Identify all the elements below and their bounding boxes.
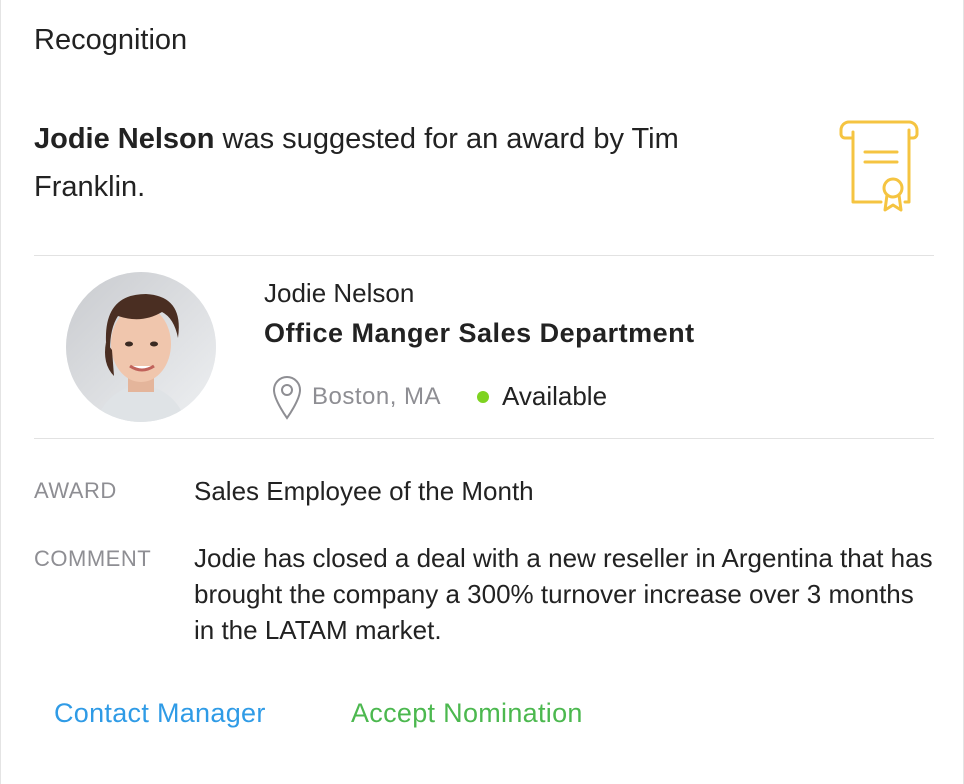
avatar-photo: [66, 272, 216, 422]
award-value: Sales Employee of the Month: [194, 476, 534, 506]
status-text: Available: [502, 381, 608, 411]
comment-label: COMMENT: [34, 546, 152, 571]
divider-top: [34, 255, 934, 256]
award-label: AWARD: [34, 478, 117, 503]
suggestion-text: Jodie Nelson was suggested for an award …: [34, 115, 794, 211]
location-text: Boston, MA: [312, 383, 442, 410]
contact-manager-button[interactable]: Contact Manager: [54, 698, 266, 729]
comment-value: Jodie has closed a deal with a new resel…: [194, 543, 933, 645]
card-title: Recognition: [34, 24, 188, 56]
avatar: [66, 272, 216, 422]
certificate-icon: [839, 120, 919, 212]
person-name: Jodie Nelson: [264, 278, 415, 308]
location: Boston, MA: [271, 374, 441, 420]
location-pin-icon: [272, 376, 302, 420]
accept-nomination-button[interactable]: Accept Nomination: [351, 698, 583, 729]
divider-bottom: [34, 438, 934, 439]
recognition-card: Recognition Jodie Nelson was suggested f…: [0, 0, 964, 784]
nominee-name: Jodie Nelson: [34, 123, 215, 155]
status-dot-icon: [477, 390, 489, 403]
person-title: Office Manger Sales Department: [264, 318, 695, 348]
status-indicator: Available: [477, 381, 607, 412]
